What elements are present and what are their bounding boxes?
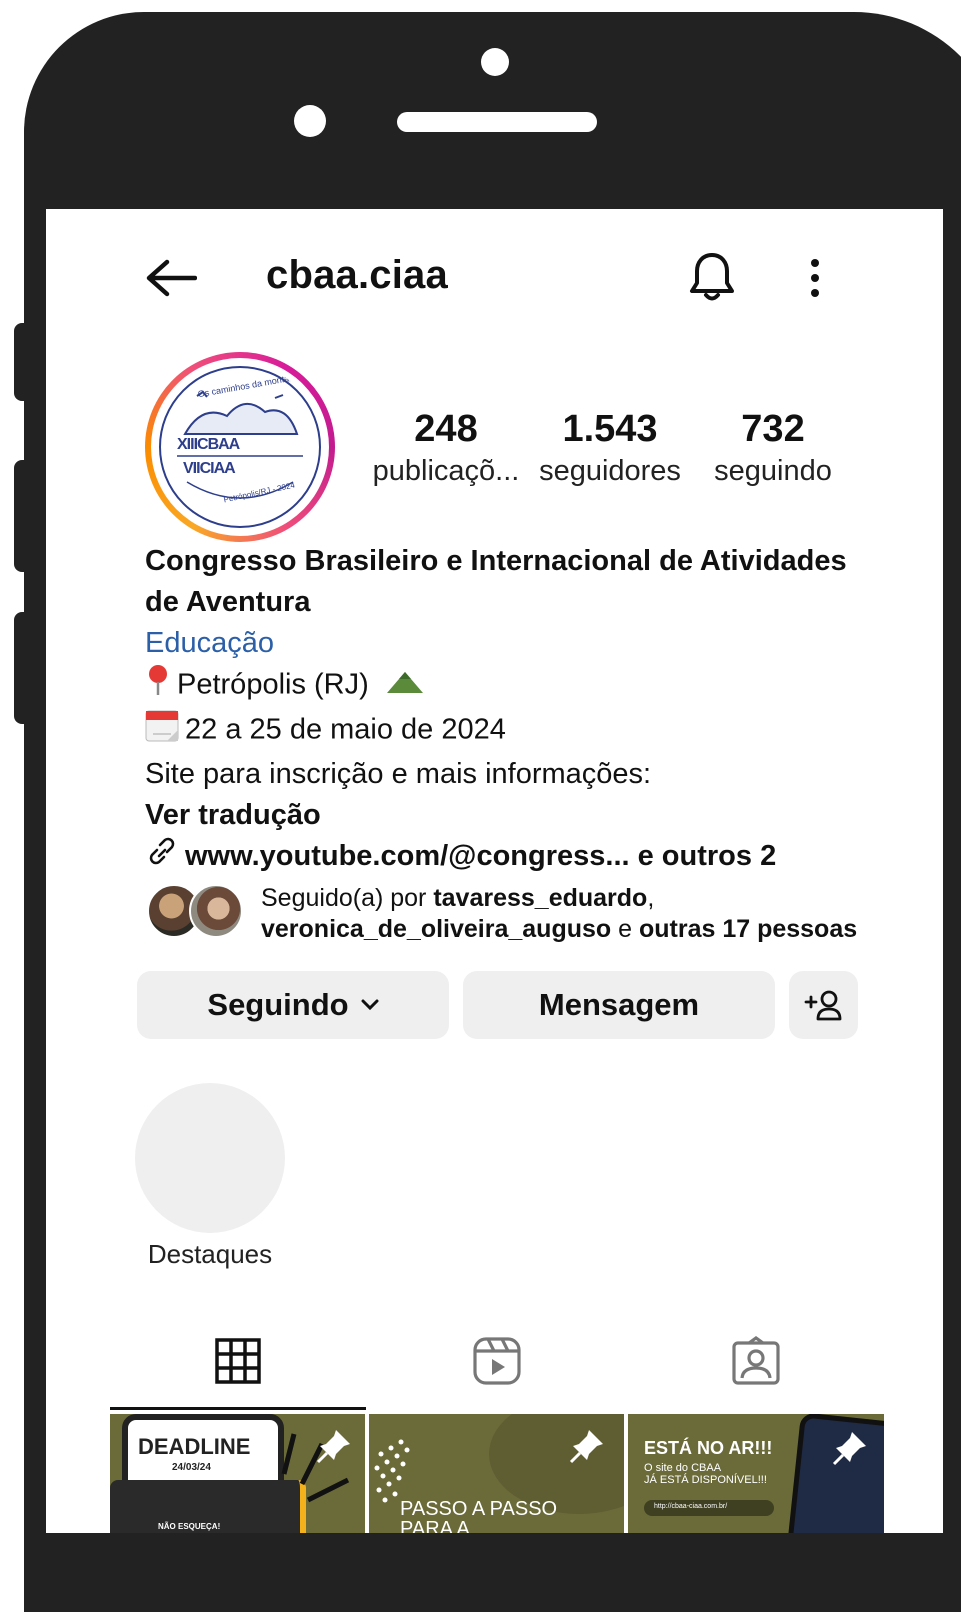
- link-icon: [145, 836, 179, 878]
- phone-side-button: [14, 323, 30, 401]
- camera-dot: [481, 48, 509, 76]
- mountain-icon: [385, 666, 425, 707]
- stat-following[interactable]: 732 seguindo: [688, 407, 858, 491]
- following-button-label: Seguindo: [207, 987, 349, 1022]
- followed-by-user1[interactable]: tavaress_eduardo: [433, 884, 647, 912]
- tab-grid[interactable]: [208, 1331, 268, 1391]
- stat-posts[interactable]: 248 publicaçõ...: [361, 407, 531, 491]
- pushpin-icon: [145, 664, 171, 708]
- post-subtitle: PARA A: [400, 1518, 470, 1533]
- follower-avatar[interactable]: [189, 884, 243, 938]
- speaker-grille: [397, 112, 597, 132]
- post-caption: NÃO ESQUEÇA!: [158, 1522, 221, 1531]
- more-options-icon[interactable]: [800, 253, 830, 303]
- post-date: 24/03/24: [172, 1462, 211, 1473]
- post-thumbnail[interactable]: PASSO A PASSO PARA A: [369, 1414, 624, 1533]
- bio-location-line: Petrópolis (RJ): [145, 664, 865, 708]
- highlights-label: Destaques: [147, 1239, 273, 1269]
- pin-icon: [316, 1430, 350, 1464]
- message-button-label: Mensagem: [538, 987, 700, 1022]
- reels-icon: [473, 1337, 521, 1385]
- bio-dates: 22 a 25 de maio de 2024: [185, 713, 506, 746]
- bio-category[interactable]: Educação: [145, 623, 865, 664]
- post-thumbnail[interactable]: DEADLINE 24/03/24 NÃO ESQUEÇA!: [110, 1414, 365, 1533]
- pin-icon: [832, 1432, 866, 1466]
- stat-following-value: 732: [741, 408, 805, 450]
- followed-by-user2[interactable]: veronica_de_oliveira_auguso: [261, 915, 611, 943]
- add-person-icon: [804, 989, 844, 1021]
- app-screen: cbaa.ciaa Os caminhos da montanha XIIICB…: [46, 209, 943, 1533]
- suggest-people-button[interactable]: [789, 971, 858, 1039]
- highlight-placeholder[interactable]: [135, 1083, 285, 1233]
- translate-link[interactable]: Ver tradução: [145, 795, 865, 836]
- followed-by-others[interactable]: outras 17 pessoas: [639, 915, 857, 943]
- chevron-down-icon: [361, 999, 379, 1011]
- profile-username: cbaa.ciaa: [266, 253, 448, 297]
- stat-followers-value: 1.543: [562, 408, 658, 450]
- phone-side-button: [14, 460, 30, 572]
- post-subtitle-2: JÁ ESTÁ DISPONÍVEL!!!: [644, 1474, 767, 1486]
- calendar-icon: [145, 708, 179, 754]
- tab-active-indicator: [110, 1407, 366, 1410]
- bell-icon[interactable]: [684, 247, 740, 305]
- bio-dates-line: 22 a 25 de maio de 2024: [145, 708, 865, 754]
- stat-posts-value: 248: [414, 408, 478, 450]
- pin-icon: [569, 1430, 603, 1464]
- post-subtitle: O site do CBAA: [644, 1462, 722, 1474]
- stat-posts-label: publicaçõ...: [372, 455, 520, 487]
- tagged-user-icon: [732, 1336, 780, 1385]
- back-arrow-icon[interactable]: [142, 253, 200, 303]
- stat-followers-label: seguidores: [539, 455, 681, 487]
- bio-name-cont: de Aventura: [145, 586, 311, 618]
- followed-by-sep: ,: [647, 884, 655, 912]
- post-thumbnail[interactable]: ESTÁ NO AR!!! O site do CBAA JÁ ESTÁ DIS…: [628, 1414, 884, 1533]
- post-title: DEADLINE: [138, 1434, 251, 1459]
- stat-followers[interactable]: 1.543 seguidores: [525, 407, 695, 491]
- bio-link-line[interactable]: www.youtube.com/@congress... e outros 2: [145, 836, 865, 878]
- grid-icon: [215, 1338, 261, 1384]
- followed-by-prefix: Seguido(a) por: [261, 884, 434, 912]
- logo-row2: VIICIAA: [183, 460, 236, 477]
- sensor-dot: [294, 105, 326, 137]
- tab-reels[interactable]: [467, 1331, 527, 1391]
- post-title: ESTÁ NO AR!!!: [644, 1438, 773, 1458]
- bio-name: Congresso Brasileiro e Internacional de …: [145, 545, 847, 577]
- message-button[interactable]: Mensagem: [463, 971, 775, 1039]
- profile-avatar[interactable]: Os caminhos da montanha XIIICBAA VIICIAA…: [145, 352, 335, 542]
- following-button[interactable]: Seguindo: [137, 971, 449, 1039]
- logo-row1: XIIICBAA: [177, 436, 240, 453]
- post-url: http://cbaa-ciaa.com.br/: [654, 1503, 728, 1510]
- bio-location: Petrópolis (RJ): [177, 668, 369, 701]
- profile-bio: Congresso Brasileiro e Internacional de …: [145, 541, 865, 878]
- phone-side-button: [14, 612, 30, 724]
- stat-following-label: seguindo: [714, 455, 832, 487]
- bio-site-text: Site para inscrição e mais informações:: [145, 758, 652, 790]
- cbaa-logo: Os caminhos da montanha XIIICBAA VIICIAA…: [157, 364, 323, 530]
- followed-by-text[interactable]: Seguido(a) por tavaress_eduardo, veronic…: [261, 883, 857, 945]
- bio-link: www.youtube.com/@congress... e outros 2: [185, 840, 777, 872]
- followed-by-mid: e: [611, 915, 639, 943]
- tab-tagged[interactable]: [726, 1331, 786, 1391]
